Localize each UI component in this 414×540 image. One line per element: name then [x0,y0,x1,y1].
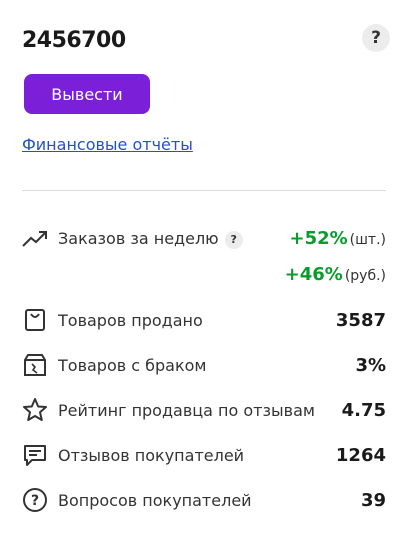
orders-items-pct: +52% [289,228,348,249]
balance-value: 2456700 [22,28,126,53]
stat-row-reviews: Отзывов покупателей 1264 [22,438,386,472]
orders-items-unit: (шт.) [349,232,386,248]
stat-label: Товаров продано [58,310,203,330]
divider [22,190,386,191]
question-circle-icon: ? [22,487,48,513]
help-icon[interactable]: ? [362,24,390,52]
stat-label: Отзывов покупателей [58,445,245,465]
stat-label: Рейтинг продавца по отзывам [58,400,315,420]
stat-value: 3587 [335,309,386,331]
stat-value: 39 [360,489,386,511]
stat-value: 3% [355,354,386,376]
orders-rub-pct: +46% [284,264,343,285]
financial-reports-link[interactable]: Финансовые отчёты [22,135,193,154]
stat-row-sold: Товаров продано 3587 [22,303,386,337]
star-icon [22,397,48,423]
stat-row-questions: ? Вопросов покупателей 39 [22,483,386,517]
orders-help-icon[interactable]: ? [224,230,243,249]
stat-value: 1264 [335,444,386,466]
comment-icon [22,442,48,468]
stat-label: Товаров с браком [58,355,207,375]
trending-up-icon [22,226,48,252]
orders-rub-change: +46% (руб.) [285,264,386,285]
stat-row-rating: Рейтинг продавца по отзывам 4.75 [22,393,386,427]
orders-items-change: +52% (шт.) [289,228,386,249]
stat-value: 4.75 [341,399,386,421]
orders-rub-unit: (руб.) [344,268,386,284]
withdraw-button[interactable]: Вывести [24,74,150,114]
stat-label: Вопросов покупателей [58,490,252,510]
orders-week-label: Заказов за неделю? [58,229,243,249]
stat-row-defect: Товаров с браком 3% [22,348,386,382]
damaged-box-icon [22,352,48,378]
bag-icon [22,307,48,333]
svg-text:?: ? [31,493,39,509]
